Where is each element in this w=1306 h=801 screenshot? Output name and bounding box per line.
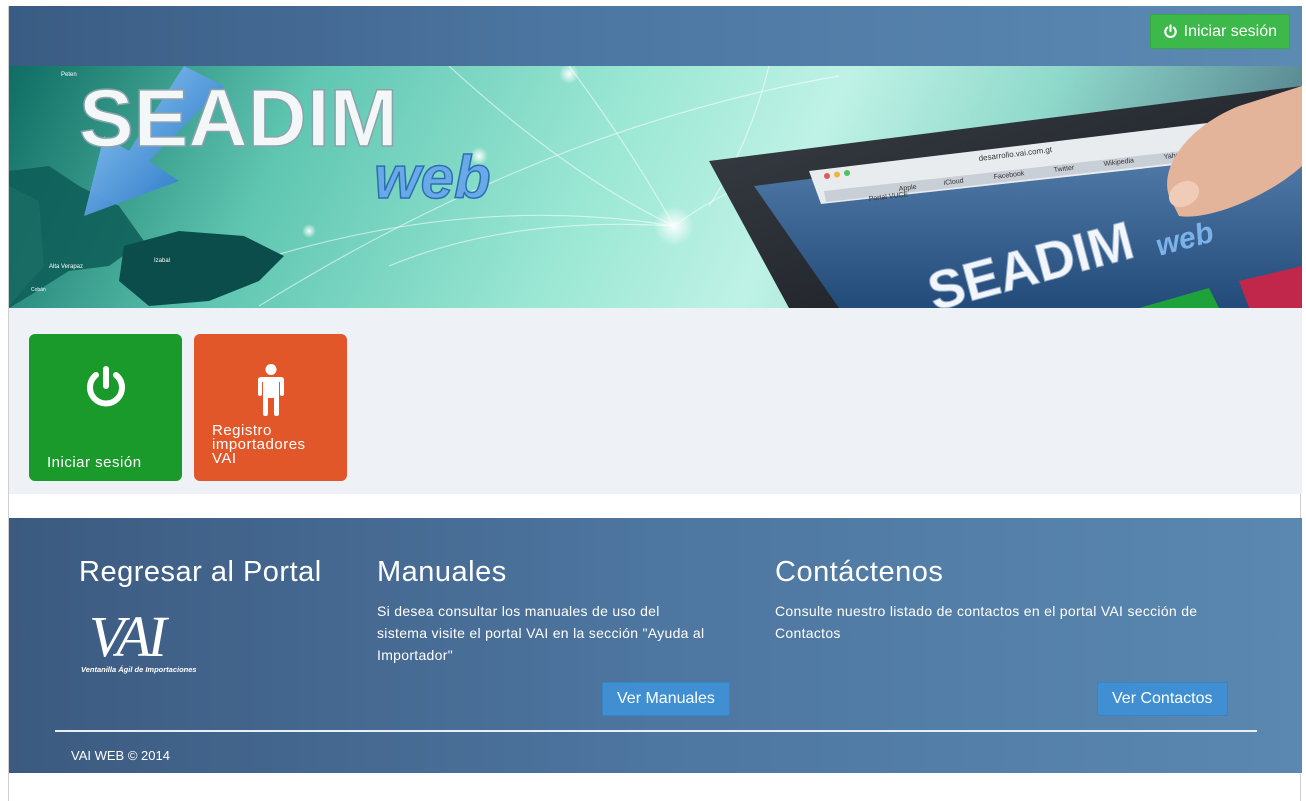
power-icon [1163,24,1177,38]
svg-text:VAI: VAI [89,604,170,669]
footer-divider [55,730,1257,732]
contact-heading: Contáctenos [775,556,944,588]
login-tile-label: Iniciar sesión [47,454,142,471]
vai-logo[interactable]: VAI Ventanilla Ágil de Importaciones [81,598,231,678]
contact-description: Consulte nuestro listado de contactos en… [775,603,1198,641]
person-icon [257,364,284,416]
copyright-text: VAI WEB © 2014 [71,748,170,763]
page: Iniciar sesión SEADIM web Peten Alta Ver… [8,6,1302,801]
tiles-area: Iniciar sesión Registro importadores VAI [9,308,1302,494]
manuals-description: Si desea consultar los manuales de uso d… [377,603,705,663]
map-label: Alta Verapaz [49,264,83,270]
seadim-web-text: web [374,144,491,211]
tablet-illustration: desarrollo.vai.com.gt Apple iCloud Faceb… [709,86,1302,308]
view-manuals-button[interactable]: Ver Manuales [602,682,730,716]
portal-heading: Regresar al Portal [79,556,322,588]
view-contacts-button[interactable]: Ver Contactos [1097,682,1228,716]
register-tile-label: Registro importadores VAI [212,422,306,467]
register-importers-tile[interactable]: Registro importadores VAI [194,334,347,481]
footer: Regresar al Portal VAI Ventanilla Ágil d… [9,518,1302,773]
vai-logo-graphic: VAI Ventanilla Ágil de Importaciones [81,604,197,674]
login-tile[interactable]: Iniciar sesión [29,334,182,481]
hero-banner: SEADIM web Peten Alta Verapaz Izabal Cob… [9,66,1302,308]
power-icon [86,366,125,407]
banner-artwork: SEADIM web Peten Alta Verapaz Izabal Cob… [9,66,1302,308]
top-navbar: Iniciar sesión [9,6,1302,66]
login-button[interactable]: Iniciar sesión [1149,14,1290,49]
login-button-label: Iniciar sesión [1183,22,1277,40]
manuals-heading: Manuales [377,556,507,588]
map-label: Izabal [154,258,170,264]
seadim-logo-text: SEADIM [79,73,398,164]
map-label: Cobán [31,287,46,293]
svg-text:Ventanilla Ágil de Importacion: Ventanilla Ágil de Importaciones [81,665,197,674]
map-label: Peten [61,72,77,78]
